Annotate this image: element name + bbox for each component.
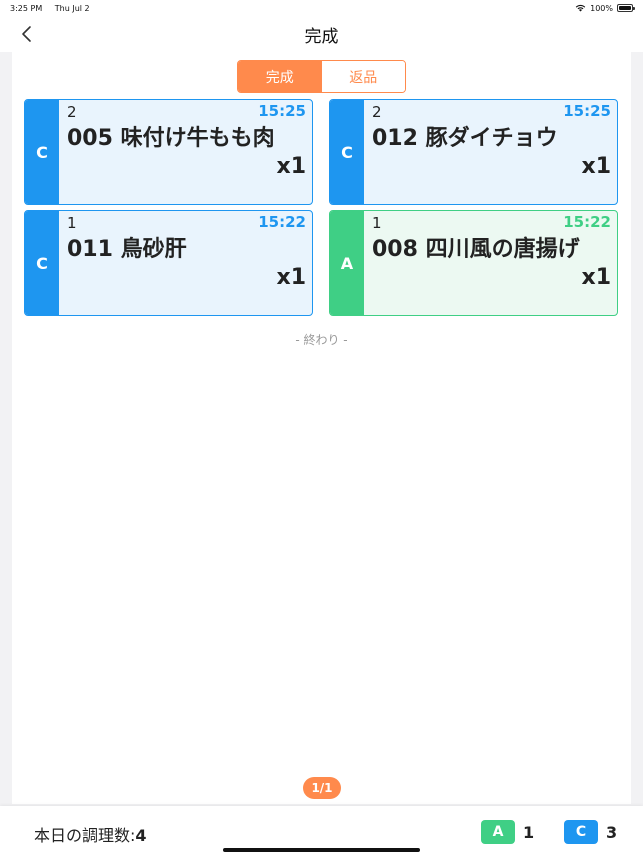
order-name: 011 鳥砂肝	[67, 237, 187, 262]
status-date: Thu Jul 2	[54, 3, 90, 13]
segment-control: 完成 返品	[237, 60, 406, 93]
order-card[interactable]: C 1 15:22 011 鳥砂肝 x1	[24, 210, 313, 316]
battery-percent: 100%	[590, 3, 613, 13]
order-qty: x1	[276, 265, 307, 290]
legend-c: C 3	[564, 820, 617, 844]
order-qty: x1	[276, 154, 307, 179]
order-time: 15:25	[258, 102, 306, 120]
order-count: 2	[372, 103, 382, 121]
order-time: 15:22	[563, 213, 611, 231]
order-tag: C	[25, 100, 59, 204]
tab-completed[interactable]: 完成	[238, 61, 322, 92]
nav-bar: 完成	[0, 16, 643, 52]
tab-returned[interactable]: 返品	[321, 61, 405, 92]
legend-c-chip: C	[564, 820, 598, 844]
status-time: 3:25 PM	[10, 3, 43, 13]
chevron-left-icon	[22, 26, 31, 42]
daily-cook-count: 本日の調理数:4	[34, 822, 147, 846]
battery-icon	[617, 4, 635, 12]
wifi-icon	[575, 4, 586, 12]
daily-cook-label: 本日の調理数:	[34, 826, 136, 845]
home-indicator	[223, 848, 420, 852]
daily-cook-total: 4	[135, 826, 147, 845]
order-count: 1	[67, 214, 77, 232]
status-right: 100%	[575, 3, 635, 13]
order-body: 2 15:25 005 味付け牛もも肉 x1	[59, 100, 312, 204]
order-name: 012 豚ダイチョウ	[372, 126, 558, 151]
status-left: 3:25 PM Thu Jul 2	[10, 4, 100, 13]
legend-a-count: 1	[523, 822, 535, 842]
legend-c-count: 3	[606, 822, 618, 842]
order-tag: A	[330, 211, 364, 315]
order-name: 008 四川風の唐揚げ	[372, 237, 580, 262]
order-time: 15:22	[258, 213, 306, 231]
legend-a: A 1	[481, 820, 534, 844]
order-body: 1 15:22 011 鳥砂肝 x1	[59, 211, 312, 315]
pagination-badge[interactable]: 1/1	[303, 777, 341, 799]
order-count: 2	[67, 103, 77, 121]
order-count: 1	[372, 214, 382, 232]
order-tag: C	[330, 100, 364, 204]
order-card[interactable]: A 1 15:22 008 四川風の唐揚げ x1	[329, 210, 618, 316]
back-button[interactable]	[14, 22, 38, 46]
order-tag: C	[25, 211, 59, 315]
order-qty: x1	[581, 154, 612, 179]
order-name: 005 味付け牛もも肉	[67, 126, 275, 151]
legend-a-chip: A	[481, 820, 515, 844]
order-time: 15:25	[563, 102, 611, 120]
order-qty: x1	[581, 265, 612, 290]
order-body: 2 15:25 012 豚ダイチョウ x1	[364, 100, 617, 204]
main-content: 完成 返品 C 2 15:25 005 味付け牛もも肉 x1 C 2 15:25…	[12, 52, 631, 804]
order-card[interactable]: C 2 15:25 005 味付け牛もも肉 x1	[24, 99, 313, 205]
status-bar: 3:25 PM Thu Jul 2 100%	[0, 0, 643, 16]
end-of-list-label: - 終わり -	[295, 333, 348, 347]
order-body: 1 15:22 008 四川風の唐揚げ x1	[364, 211, 617, 315]
order-card[interactable]: C 2 15:25 012 豚ダイチョウ x1	[329, 99, 618, 205]
page-title: 完成	[304, 26, 339, 47]
